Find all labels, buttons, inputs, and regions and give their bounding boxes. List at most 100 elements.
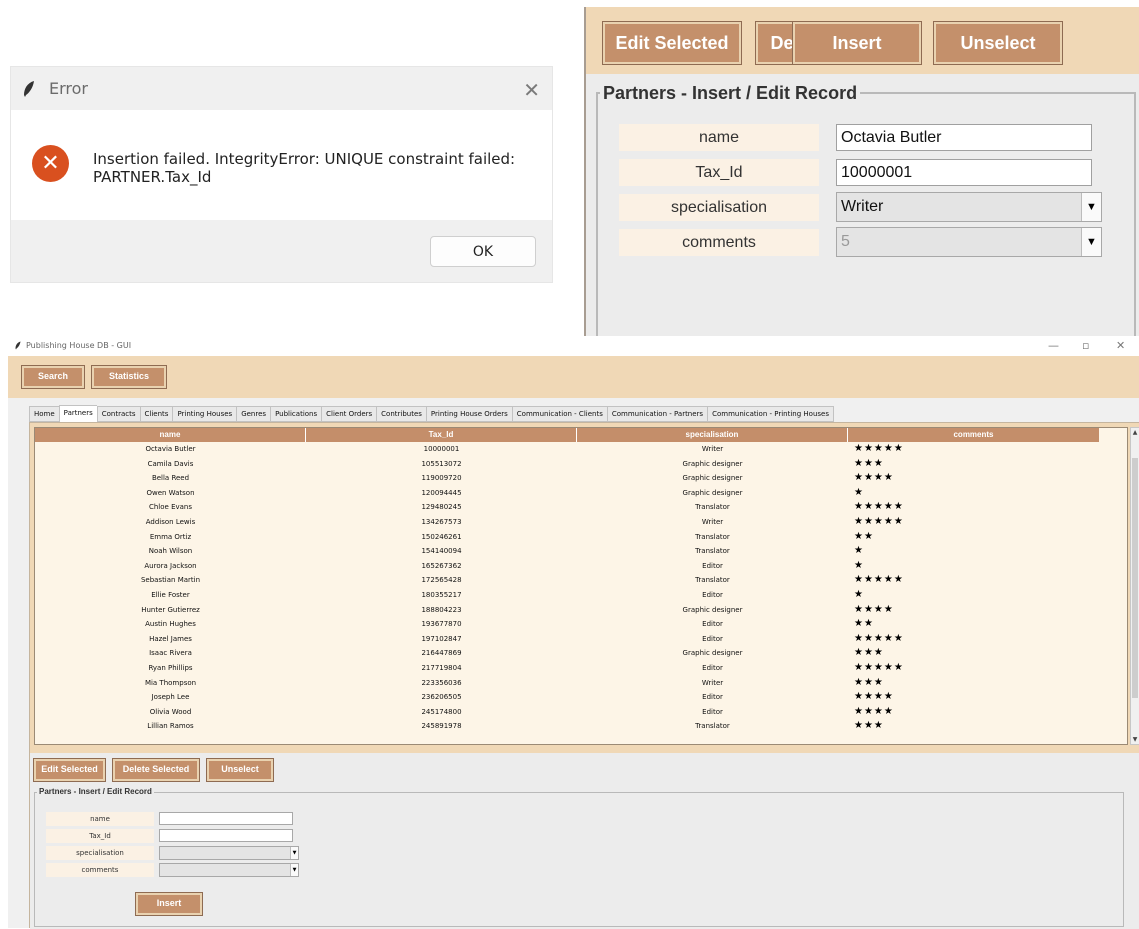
table-row[interactable]: Ryan Phillips 217719804 Editor ★★★★★ <box>35 661 1127 676</box>
cell-tax-id: 120094445 <box>421 488 462 497</box>
tax-id-field[interactable] <box>159 829 293 842</box>
tab-printing-house-orders[interactable]: Printing House Orders <box>425 406 512 422</box>
cell-name: Isaac Rivera <box>149 649 192 658</box>
specialisation-select[interactable]: Writer ▼ <box>836 192 1102 222</box>
table-row[interactable]: Mia Thompson 223356036 Writer ★★★ <box>35 676 1127 691</box>
cell-name: Austin Hughes <box>145 620 196 629</box>
table-row[interactable]: Ellie Foster 180355217 Editor ★ <box>35 588 1127 603</box>
scroll-down-icon[interactable]: ▼ <box>1131 736 1139 743</box>
table-row[interactable]: Noah Wilson 154140094 Translator ★ <box>35 544 1127 559</box>
table-scrollbar[interactable]: ▲ ▼ <box>1130 427 1139 745</box>
table-row[interactable]: Octavia Butler 10000001 Writer ★★★★★ <box>35 442 1127 457</box>
feather-icon <box>15 341 21 350</box>
cell-tax-id: 236206505 <box>421 693 462 702</box>
table-row[interactable]: Chloe Evans 129480245 Translator ★★★★★ <box>35 500 1127 515</box>
zoomed-form-panel: Edit Selected Delete Selected Unselect P… <box>584 7 1139 343</box>
insert-button[interactable]: Insert <box>135 892 203 916</box>
cell-comments-rating: ★★★★ <box>854 603 894 615</box>
window-title: Publishing House DB - GUI <box>26 341 132 350</box>
column-header-tax-id[interactable]: Tax_Id <box>306 428 577 442</box>
tab-contracts[interactable]: Contracts <box>96 406 140 422</box>
scroll-up-icon[interactable]: ▲ <box>1131 429 1139 436</box>
table-row[interactable]: Owen Watson 120094445 Graphic designer ★ <box>35 486 1127 501</box>
name-label: name <box>46 812 154 826</box>
scrollbar-thumb[interactable] <box>1132 458 1138 698</box>
tax-id-field[interactable]: 10000001 <box>836 159 1092 186</box>
close-icon[interactable]: ✕ <box>1116 339 1125 352</box>
close-icon[interactable]: ✕ <box>523 78 540 102</box>
comments-label: comments <box>619 229 819 256</box>
restore-icon[interactable]: ▫ <box>1082 339 1089 352</box>
unselect-button[interactable]: Unselect <box>206 758 274 782</box>
chevron-down-icon[interactable]: ▼ <box>290 864 298 876</box>
error-message-line: Insertion failed. IntegrityError: UNIQUE… <box>93 150 516 168</box>
error-dialog-titlebar: Error ✕ <box>11 67 552 110</box>
cell-specialisation: Graphic designer <box>682 474 743 483</box>
tab-clients[interactable]: Clients <box>139 406 173 422</box>
table-row[interactable]: Olivia Wood 245174800 Editor ★★★★ <box>35 705 1127 720</box>
table-row[interactable]: Addison Lewis 134267573 Writer ★★★★★ <box>35 515 1127 530</box>
comments-select[interactable]: ▼ <box>159 863 299 877</box>
specialisation-label: specialisation <box>46 846 154 860</box>
tab-publications[interactable]: Publications <box>270 406 322 422</box>
table-row[interactable]: Hazel James 197102847 Editor ★★★★★ <box>35 632 1127 647</box>
table-row[interactable]: Aurora Jackson 165267362 Editor ★ <box>35 559 1127 574</box>
cell-tax-id: 172565428 <box>421 576 462 585</box>
cell-tax-id: 165267362 <box>421 561 462 570</box>
table-row[interactable]: Joseph Lee 236206505 Editor ★★★★ <box>35 690 1127 705</box>
column-header-specialisation[interactable]: specialisation <box>577 428 848 442</box>
comments-select[interactable]: 5 ▼ <box>836 227 1102 257</box>
tab-partners[interactable]: Partners <box>58 405 97 422</box>
cell-tax-id: 129480245 <box>421 503 462 512</box>
tab-communication-partners[interactable]: Communication - Partners <box>606 406 708 422</box>
cell-tax-id: 134267573 <box>421 517 462 526</box>
chevron-down-icon[interactable]: ▼ <box>1081 228 1101 256</box>
cell-specialisation: Editor <box>702 707 723 716</box>
cell-comments-rating: ★ <box>854 486 864 498</box>
delete-selected-button[interactable]: Delete Selected <box>112 758 200 782</box>
name-field[interactable]: Octavia Butler <box>836 124 1092 151</box>
insert-button[interactable]: Insert <box>792 21 922 65</box>
cell-tax-id: 180355217 <box>421 590 462 599</box>
tab-home[interactable]: Home <box>29 406 59 422</box>
name-field[interactable] <box>159 812 293 825</box>
edit-selected-button[interactable]: Edit Selected <box>33 758 106 782</box>
table-row[interactable]: Bella Reed 119009720 Graphic designer ★★★★ <box>35 471 1127 486</box>
edit-selected-button[interactable]: Edit Selected <box>602 21 742 65</box>
partners-table[interactable]: name Tax_Id specialisation comments Octa… <box>34 427 1128 745</box>
tab-communication-printing-houses[interactable]: Communication - Printing Houses <box>707 406 834 422</box>
table-row[interactable]: Sebastian Martin 172565428 Translator ★★★★★ <box>35 573 1127 588</box>
cell-comments-rating: ★ <box>854 588 864 600</box>
statistics-button[interactable]: Statistics <box>91 365 167 389</box>
cell-specialisation: Writer <box>701 517 724 526</box>
column-header-comments[interactable]: comments <box>848 428 1099 442</box>
chevron-down-icon[interactable]: ▼ <box>290 847 298 859</box>
cell-name: Hunter Gutierrez <box>141 605 200 614</box>
cell-name: Aurora Jackson <box>144 561 197 570</box>
table-row[interactable]: Camila Davis 105513072 Graphic designer ★★★ <box>35 457 1127 472</box>
search-button[interactable]: Search <box>21 365 85 389</box>
unselect-button[interactable]: Unselect <box>933 21 1063 65</box>
cell-comments-rating: ★★★★★ <box>854 515 904 527</box>
table-row[interactable]: Emma Ortiz 150246261 Translator ★★ <box>35 530 1127 545</box>
tab-communication-clients[interactable]: Communication - Clients <box>511 406 607 422</box>
ok-button[interactable]: OK <box>430 236 536 267</box>
specialisation-value: Writer <box>841 198 884 215</box>
tab-contributes[interactable]: Contributes <box>376 406 426 422</box>
tab-client-orders[interactable]: Client Orders <box>321 406 377 422</box>
column-header-name[interactable]: name <box>35 428 306 442</box>
cell-specialisation: Graphic designer <box>682 459 743 468</box>
chevron-down-icon[interactable]: ▼ <box>1081 193 1101 221</box>
table-row[interactable]: Hunter Gutierrez 188804223 Graphic designe… <box>35 603 1127 618</box>
tab-printing-houses[interactable]: Printing Houses <box>172 406 237 422</box>
error-dialog: Error ✕ ✕ Insertion failed. IntegrityErr… <box>10 66 553 283</box>
tab-genres[interactable]: Genres <box>236 406 271 422</box>
table-row[interactable]: Lillian Ramos 245891978 Translator ★★★ <box>35 719 1127 734</box>
cell-name: Sebastian Martin <box>140 576 201 585</box>
cell-name: Mia Thompson <box>144 678 197 687</box>
specialisation-select[interactable]: ▼ <box>159 846 299 860</box>
minimize-icon[interactable]: — <box>1048 339 1059 352</box>
cell-comments-rating: ★★ <box>854 618 874 630</box>
table-row[interactable]: Austin Hughes 193677870 Editor ★★ <box>35 617 1127 632</box>
table-row[interactable]: Isaac Rivera 216447869 Graphic designer ★★★ <box>35 646 1127 661</box>
